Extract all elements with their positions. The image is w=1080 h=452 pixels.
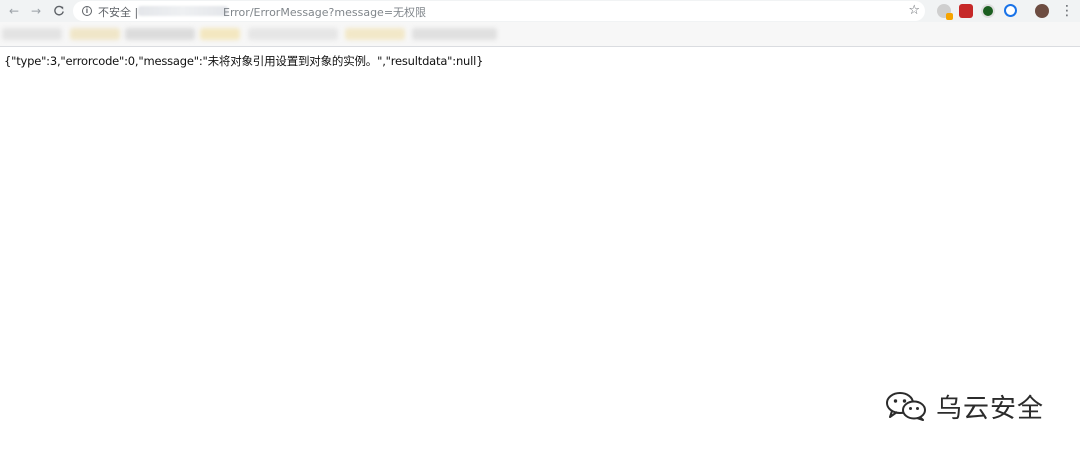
bookmark-blur (345, 28, 405, 40)
redacted-host-blur (138, 6, 228, 16)
bookmark-blur (70, 28, 120, 40)
back-arrow-icon: ← (8, 4, 20, 18)
browser-menu-icon[interactable]: ⋮ (1060, 2, 1074, 20)
ext-icon-2[interactable] (959, 4, 973, 18)
reload-icon (54, 5, 64, 16)
browser-toolbar: ← → i 不安全 | Error/ErrorMessage?message=无… (0, 0, 1080, 22)
ext-badge (946, 13, 953, 20)
bookmark-star-icon[interactable]: ☆ (908, 3, 920, 18)
ext-icon-1[interactable] (937, 4, 953, 20)
bookmarks-bar (0, 22, 1080, 47)
reload-button[interactable] (50, 2, 68, 20)
info-icon[interactable]: i (82, 6, 92, 16)
address-bar[interactable]: i 不安全 | Error/ErrorMessage?message=无权限 ☆ (73, 1, 925, 21)
url-text[interactable]: Error/ErrorMessage?message=无权限 (223, 4, 426, 20)
ext-icon-4[interactable] (1004, 4, 1017, 17)
forward-button[interactable]: → (27, 2, 45, 20)
watermark-text: 乌云安全 (936, 393, 1045, 424)
forward-arrow-icon: → (30, 4, 42, 18)
bookmark-blur (248, 28, 338, 40)
bookmark-blur (412, 28, 497, 40)
bookmark-blur (200, 28, 240, 40)
profile-avatar[interactable] (1035, 4, 1049, 18)
ext-icon-3[interactable] (981, 4, 995, 18)
back-button[interactable]: ← (5, 2, 23, 20)
json-response-text: {"type":3,"errorcode":0,"message":"未将对象引… (4, 54, 484, 68)
watermark: 乌云安全 (884, 388, 1044, 424)
security-status-label[interactable]: 不安全 | (98, 4, 138, 20)
bookmark-blur (125, 28, 195, 40)
wechat-icon (886, 392, 926, 421)
bookmark-blur (2, 28, 62, 40)
